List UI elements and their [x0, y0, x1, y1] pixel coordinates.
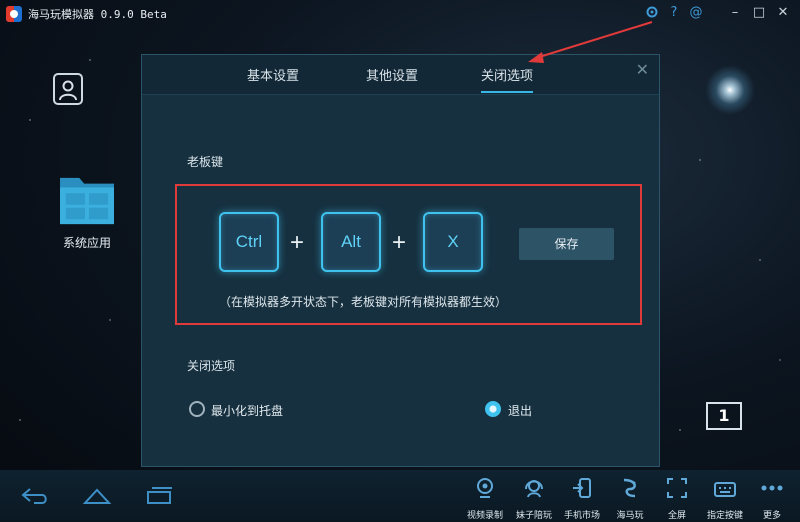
tool-haimawan[interactable]: 海马玩 — [605, 474, 655, 521]
instance-number-badge[interactable]: 1 — [706, 402, 742, 430]
radio-minimize-label: 最小化到托盘 — [211, 404, 284, 418]
tool-fullscreen[interactable]: 全屏 — [652, 474, 702, 521]
fullscreen-icon — [652, 474, 702, 502]
tool-market[interactable]: 手机市场 — [557, 474, 607, 521]
bottom-toolbar: 视频录制 妹子陪玩 手机市场 海马玩 全屏 指定按键 更多 — [0, 470, 800, 522]
save-button[interactable]: 保存 — [519, 228, 614, 260]
user-profile-button[interactable] — [53, 73, 83, 105]
tool-key-mapping[interactable]: 指定按键 — [700, 474, 750, 521]
tool-companion[interactable]: 妹子陪玩 — [509, 474, 559, 521]
hotkey-alt[interactable]: Alt — [321, 212, 381, 272]
at-icon[interactable]: @ — [688, 5, 704, 21]
window-title: 海马玩模拟器 0.9.0 Beta — [28, 8, 167, 21]
folder-icon — [60, 177, 114, 225]
keyboard-icon — [700, 474, 750, 502]
headset-icon — [509, 474, 559, 502]
system-apps-folder[interactable] — [58, 174, 120, 230]
system-apps-label: 系统应用 — [63, 236, 112, 250]
tab-close-options[interactable]: 关闭选项 — [481, 65, 534, 93]
hotkey-ctrl[interactable]: Ctrl — [219, 212, 279, 272]
radio-exit[interactable] — [485, 401, 501, 417]
divider — [710, 5, 720, 21]
hotkey-x[interactable]: X — [423, 212, 483, 272]
plus-sign: + — [290, 229, 305, 256]
title-bar: 海马玩模拟器 0.9.0 Beta ? @ – □ ✕ — [0, 0, 800, 28]
settings-dialog: 基本设置 其他设置 关闭选项 ✕ 老板键 Ctrl + Alt + X 保存 （… — [141, 54, 660, 467]
tool-video-record[interactable]: 视频录制 — [460, 474, 510, 521]
galaxy-icon[interactable] — [705, 65, 755, 115]
tab-other-settings[interactable]: 其他设置 — [366, 65, 418, 93]
boss-key-hint: （在模拟器多开状态下，老板键对所有模拟器都生效） — [219, 295, 508, 309]
app-logo-icon — [6, 6, 22, 22]
recent-apps-icon[interactable] — [144, 485, 174, 507]
haimawan-icon — [605, 474, 655, 502]
back-icon[interactable] — [20, 485, 50, 507]
radio-exit-label: 退出 — [508, 404, 533, 418]
radio-minimize-to-tray[interactable] — [189, 401, 205, 417]
close-options-title: 关闭选项 — [187, 359, 236, 373]
help-icon[interactable]: ? — [666, 5, 682, 21]
user-icon — [59, 80, 77, 101]
plus-sign: + — [392, 229, 407, 256]
tab-basic-settings[interactable]: 基本设置 — [247, 65, 299, 93]
market-icon — [557, 474, 607, 502]
tool-more[interactable]: 更多 — [747, 474, 797, 521]
more-icon — [747, 474, 797, 502]
close-icon[interactable]: ✕ — [774, 5, 792, 21]
maximize-icon[interactable]: □ — [750, 5, 768, 21]
boss-key-title: 老板键 — [187, 155, 224, 169]
camera-icon — [460, 474, 510, 502]
minimize-icon[interactable]: – — [726, 5, 744, 21]
home-icon[interactable] — [82, 485, 112, 507]
annotation-arrow-icon — [528, 21, 653, 63]
